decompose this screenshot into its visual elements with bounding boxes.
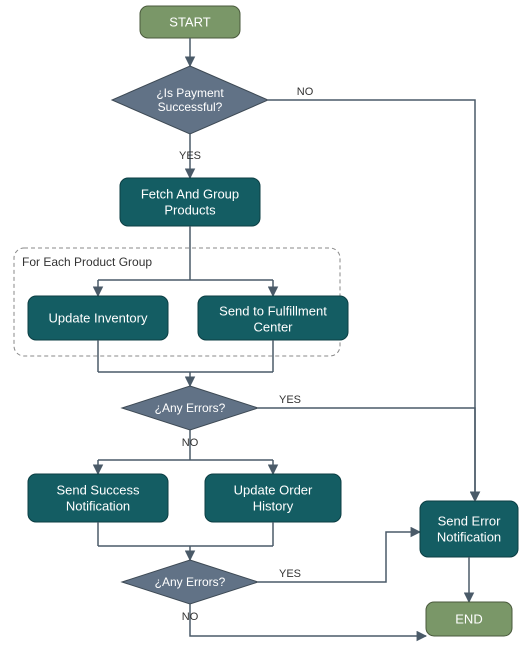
errors1-label: ¿Any Errors? — [155, 401, 226, 415]
send-error-label-2: Notification — [437, 529, 501, 544]
start-label: START — [169, 14, 210, 29]
update-order-label-1: Update Order — [234, 482, 313, 497]
fetch-label-2: Products — [164, 202, 216, 217]
update-inventory-label: Update Inventory — [48, 310, 148, 325]
errors2-label: ¿Any Errors? — [155, 575, 226, 589]
send-error-label-1: Send Error — [438, 513, 502, 528]
edge-label-no-2: NO — [182, 437, 199, 449]
edge-errors2-no — [190, 604, 426, 636]
send-fulfillment-label-1: Send to Fulfillment — [219, 303, 327, 318]
edge-label-yes-1: YES — [179, 150, 201, 162]
payment-label-2: Successful? — [158, 100, 223, 114]
send-success-label-1: Send Success — [56, 482, 140, 497]
payment-label-1: ¿Is Payment — [156, 86, 224, 100]
send-fulfillment-label-2: Center — [253, 319, 293, 334]
end-label: END — [455, 611, 482, 626]
edge-label-no-3: NO — [182, 611, 199, 623]
edge-label-no-1: NO — [297, 86, 314, 98]
edge-label-yes-3: YES — [279, 568, 301, 580]
group-label: For Each Product Group — [22, 255, 152, 269]
edge-label-yes-2: YES — [279, 394, 301, 406]
fetch-label-1: Fetch And Group — [141, 186, 239, 201]
flowchart-diagram: START ¿Is Payment Successful? YES NO Fet… — [0, 0, 522, 655]
update-order-label-2: History — [253, 498, 294, 513]
send-success-label-2: Notification — [66, 498, 130, 513]
